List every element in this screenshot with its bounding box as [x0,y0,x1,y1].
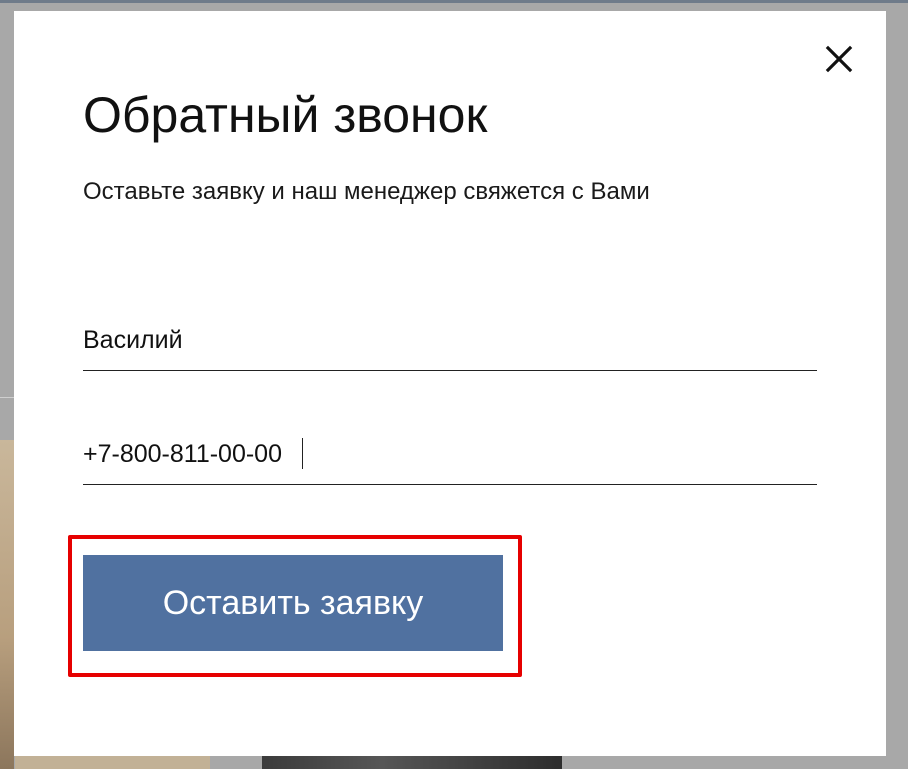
close-button[interactable] [824,44,854,74]
phone-input[interactable] [83,424,817,484]
phone-field [83,424,817,485]
page-top-strip [0,0,908,3]
text-caret [302,438,303,469]
background-photo-left [0,440,14,769]
modal-subtitle: Оставьте заявку и наш менеджер свяжется … [83,178,650,205]
callback-modal: Обратный звонок Оставьте заявку и наш ме… [14,11,886,756]
modal-title: Обратный звонок [83,87,488,143]
background-photo-bottom-left [15,756,210,769]
close-icon [825,45,853,73]
name-input[interactable] [83,310,817,370]
name-field [83,310,817,371]
background-divider [0,397,14,398]
submit-button[interactable]: Оставить заявку [83,555,503,651]
